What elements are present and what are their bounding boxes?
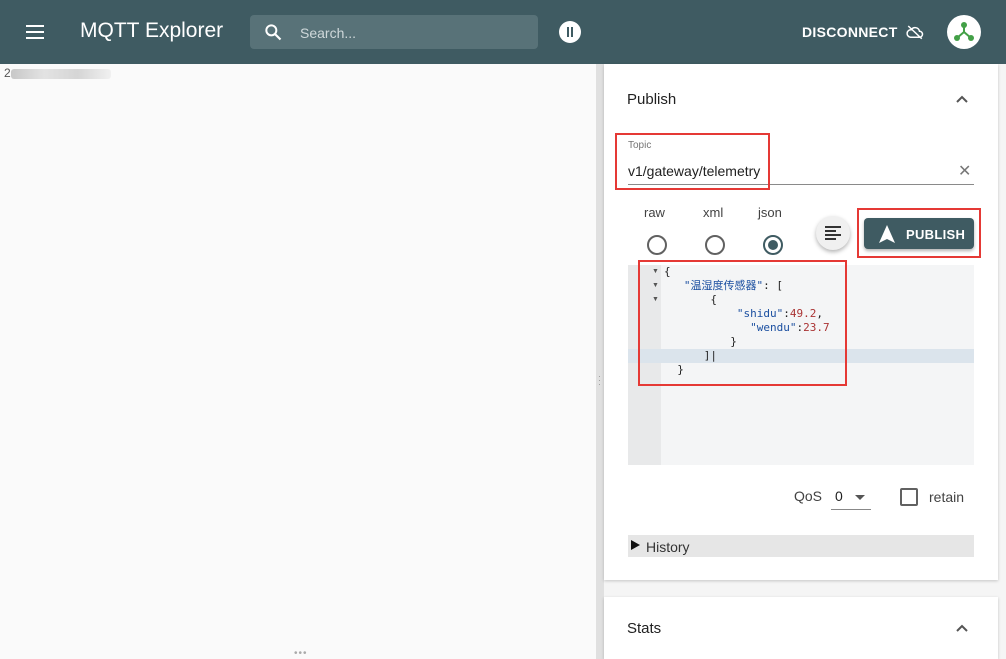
tree-node-broker[interactable]: 2 — [4, 66, 111, 80]
search-input[interactable] — [298, 21, 522, 45]
resize-handle-icon[interactable]: ••• — [294, 648, 308, 659]
qos-label: QoS — [794, 488, 823, 504]
radio-raw[interactable] — [647, 235, 667, 255]
dropdown-icon — [855, 495, 865, 500]
format-json-button[interactable] — [816, 216, 850, 250]
qos-select[interactable]: 0 — [831, 485, 871, 510]
format-align-icon — [825, 226, 841, 240]
highlight-payload — [638, 260, 847, 386]
qos-value: 0 — [835, 488, 843, 504]
triangle-right-icon — [631, 540, 640, 550]
pause-icon[interactable] — [559, 21, 581, 43]
history-toggle[interactable]: History — [628, 535, 974, 557]
pane-splitter[interactable]: · · · — [596, 64, 604, 659]
tree-node-label: 2 — [4, 66, 11, 80]
topic-tree-pane — [0, 64, 596, 659]
chevron-up-icon[interactable] — [954, 91, 970, 107]
format-label-xml: xml — [703, 205, 724, 220]
stats-title: Stats — [627, 620, 662, 637]
redacted-address — [10, 68, 111, 79]
app-title: MQTT Explorer — [80, 19, 224, 42]
chevron-up-icon[interactable] — [954, 620, 970, 636]
history-label: History — [646, 539, 690, 555]
connection-avatar-icon[interactable] — [947, 15, 981, 49]
search-box[interactable] — [250, 15, 538, 49]
format-label-json: json — [758, 205, 782, 220]
search-icon — [265, 24, 282, 41]
retain-label: retain — [929, 489, 965, 505]
radio-xml[interactable] — [705, 235, 725, 255]
retain-checkbox[interactable] — [900, 488, 918, 506]
clear-icon[interactable]: ✕ — [958, 161, 971, 181]
highlight-topic — [615, 133, 770, 190]
publish-title: Publish — [627, 91, 677, 108]
disconnect-button[interactable]: DISCONNECT — [802, 24, 898, 40]
highlight-publish — [857, 208, 981, 258]
format-label-raw: raw — [644, 205, 665, 220]
cloud-off-icon[interactable] — [906, 24, 924, 40]
stats-card: Stats — [604, 597, 998, 659]
radio-json[interactable] — [763, 235, 783, 255]
menu-icon[interactable] — [22, 20, 50, 44]
app-bar: MQTT Explorer DISCONNECT — [0, 0, 1006, 64]
